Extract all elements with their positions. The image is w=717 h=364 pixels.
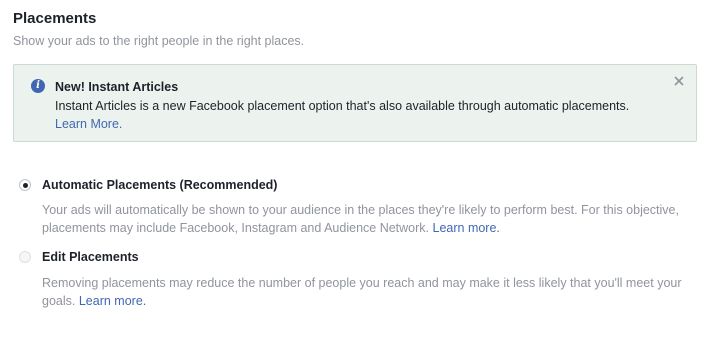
automatic-placements-label[interactable]: Automatic Placements (Recommended) bbox=[42, 178, 277, 192]
notice-body: Instant Articles is a new Facebook place… bbox=[55, 97, 645, 133]
notice-learn-more-link[interactable]: Learn More. bbox=[55, 117, 122, 131]
automatic-placements-learn-more-link[interactable]: Learn more. bbox=[433, 221, 500, 235]
close-icon[interactable] bbox=[672, 74, 686, 88]
automatic-placements-description-text: Your ads will automatically be shown to … bbox=[42, 203, 679, 235]
edit-placements-radio[interactable] bbox=[19, 251, 31, 263]
instant-articles-notice: i New! Instant Articles Instant Articles… bbox=[13, 64, 697, 142]
edit-placements-learn-more-link[interactable]: Learn more. bbox=[79, 294, 146, 308]
automatic-placements-description: Your ads will automatically be shown to … bbox=[42, 201, 702, 237]
edit-placements-description: Removing placements may reduce the numbe… bbox=[42, 274, 702, 310]
edit-placements-label[interactable]: Edit Placements bbox=[42, 250, 139, 264]
notice-title: New! Instant Articles bbox=[55, 80, 179, 94]
section-title: Placements bbox=[13, 10, 97, 27]
info-icon: i bbox=[31, 79, 45, 93]
section-subtitle: Show your ads to the right people in the… bbox=[13, 34, 305, 48]
notice-body-text: Instant Articles is a new Facebook place… bbox=[55, 99, 630, 113]
automatic-placements-radio[interactable] bbox=[19, 179, 31, 191]
